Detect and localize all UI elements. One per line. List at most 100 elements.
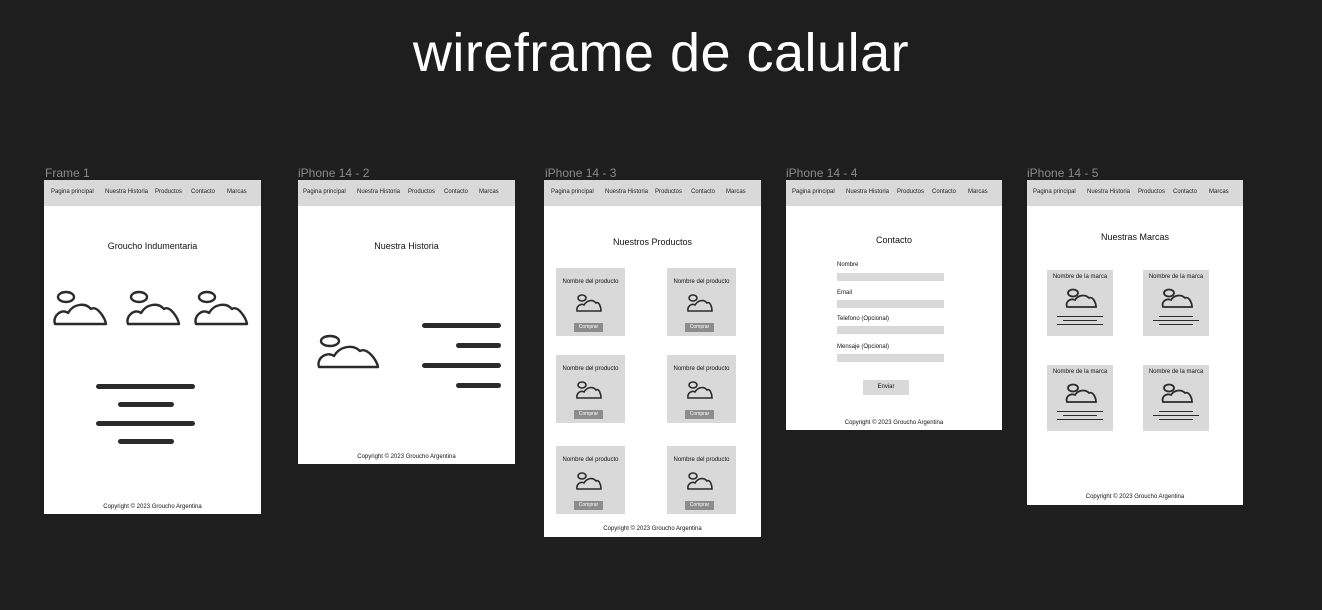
product-name: Nombre del producto bbox=[673, 457, 730, 463]
nav-item-brands[interactable]: Marcas bbox=[227, 189, 247, 195]
text-line bbox=[1057, 324, 1103, 325]
nav-item-products[interactable]: Productos bbox=[655, 189, 682, 195]
nav-item-history[interactable]: Nuestra Historia bbox=[605, 189, 648, 195]
image-placeholder-icon bbox=[687, 294, 713, 312]
brand-card[interactable]: Nombre de la marca bbox=[1047, 270, 1113, 336]
image-placeholder-icon bbox=[1161, 383, 1193, 403]
product-name: Nombre del producto bbox=[673, 366, 730, 372]
phone-field[interactable] bbox=[837, 326, 944, 334]
nav-item-home[interactable]: Pagina principal bbox=[1033, 189, 1076, 195]
product-card[interactable]: Nombre del producto Comprar bbox=[667, 268, 736, 336]
page-title: Nuestras Marcas bbox=[1100, 232, 1170, 242]
nav-item-brands[interactable]: Marcas bbox=[968, 189, 988, 195]
frame-3[interactable]: Pagina principal Nuestra Historia Produc… bbox=[544, 180, 761, 537]
buy-button[interactable]: Comprar bbox=[574, 410, 603, 419]
nav-item-history[interactable]: Nuestra Historia bbox=[357, 189, 400, 195]
image-placeholder-icon bbox=[1065, 383, 1097, 403]
buy-button[interactable]: Comprar bbox=[574, 501, 603, 510]
text-line bbox=[1153, 415, 1199, 416]
send-button[interactable]: Enviar bbox=[863, 380, 909, 395]
brand-card[interactable]: Nombre de la marca bbox=[1047, 365, 1113, 431]
text-line bbox=[118, 439, 174, 444]
product-card[interactable]: Nombre del producto Comprar bbox=[667, 446, 736, 514]
text-line bbox=[1159, 324, 1193, 325]
nav-item-contact[interactable]: Contacto bbox=[191, 189, 215, 195]
product-card[interactable]: Nombre del producto Comprar bbox=[667, 355, 736, 423]
nav-bar: Pagina principal Nuestra Historia Produc… bbox=[1027, 180, 1243, 206]
frame-label-4[interactable]: iPhone 14 - 4 bbox=[786, 166, 857, 180]
nav-item-brands[interactable]: Marcas bbox=[479, 189, 499, 195]
field-label-message: Mensaje (Opcional) bbox=[837, 344, 890, 350]
image-placeholder-icon bbox=[687, 381, 713, 399]
name-field[interactable] bbox=[837, 273, 944, 281]
nav-item-contact[interactable]: Contacto bbox=[444, 189, 468, 195]
nav-item-home[interactable]: Pagina principal bbox=[792, 189, 835, 195]
brand-name: Nombre de la marca bbox=[1052, 369, 1108, 375]
image-placeholder-icon bbox=[194, 290, 249, 326]
frame-1[interactable]: Pagina principal Nuestra Historia Produc… bbox=[44, 180, 261, 514]
image-placeholder-icon bbox=[317, 334, 380, 369]
page-title: Groucho Indumentaria bbox=[107, 241, 198, 251]
copyright: Copyright © 2023 Groucho Argentina bbox=[844, 420, 944, 426]
text-line bbox=[96, 384, 195, 389]
text-line bbox=[1159, 316, 1193, 317]
image-placeholder-icon bbox=[126, 290, 181, 326]
text-line bbox=[118, 402, 174, 407]
frame-4[interactable]: Pagina principal Nuestra Historia Produc… bbox=[786, 180, 1002, 430]
buy-button[interactable]: Comprar bbox=[685, 323, 714, 332]
frame-label-5[interactable]: iPhone 14 - 5 bbox=[1027, 166, 1098, 180]
nav-item-home[interactable]: Pagina principal bbox=[303, 189, 346, 195]
text-line bbox=[1057, 411, 1103, 412]
brand-name: Nombre de la marca bbox=[1148, 369, 1204, 375]
nav-item-contact[interactable]: Contacto bbox=[691, 189, 715, 195]
product-name: Nombre del producto bbox=[562, 366, 619, 372]
text-line bbox=[456, 343, 501, 348]
text-line bbox=[422, 323, 501, 328]
buy-button[interactable]: Comprar bbox=[574, 323, 603, 332]
nav-bar: Pagina principal Nuestra Historia Produc… bbox=[786, 180, 1002, 206]
copyright: Copyright © 2023 Groucho Argentina bbox=[603, 526, 702, 532]
image-placeholder-icon bbox=[53, 290, 108, 326]
frame-5[interactable]: Pagina principal Nuestra Historia Produc… bbox=[1027, 180, 1243, 505]
product-name: Nombre del producto bbox=[673, 279, 730, 285]
message-field[interactable] bbox=[837, 354, 944, 362]
nav-item-home[interactable]: Pagina principal bbox=[551, 189, 594, 195]
nav-item-products[interactable]: Productos bbox=[1138, 189, 1165, 195]
email-field[interactable] bbox=[837, 300, 944, 308]
product-card[interactable]: Nombre del producto Comprar bbox=[556, 268, 625, 336]
product-card[interactable]: Nombre del producto Comprar bbox=[556, 355, 625, 423]
text-line bbox=[1063, 320, 1097, 321]
copyright: Copyright © 2023 Groucho Argentina bbox=[357, 454, 456, 460]
nav-item-history[interactable]: Nuestra Historia bbox=[846, 189, 889, 195]
nav-item-products[interactable]: Productos bbox=[897, 189, 924, 195]
brand-card[interactable]: Nombre de la marca bbox=[1143, 270, 1209, 336]
buy-button[interactable]: Comprar bbox=[685, 501, 714, 510]
frame-2[interactable]: Pagina principal Nuestra Historia Produc… bbox=[298, 180, 515, 464]
frame-label-1[interactable]: Frame 1 bbox=[45, 166, 90, 180]
nav-item-contact[interactable]: Contacto bbox=[1173, 189, 1197, 195]
nav-item-home[interactable]: Pagina principal bbox=[51, 189, 94, 195]
field-label-email: Email bbox=[837, 290, 853, 296]
brand-name: Nombre de la marca bbox=[1052, 274, 1108, 280]
canvas-title: wireframe de calular bbox=[412, 23, 910, 83]
nav-bar: Pagina principal Nuestra Historia Produc… bbox=[544, 180, 761, 206]
nav-item-contact[interactable]: Contacto bbox=[932, 189, 956, 195]
copyright: Copyright © 2023 Groucho Argentina bbox=[1085, 494, 1185, 500]
buy-button[interactable]: Comprar bbox=[685, 410, 714, 419]
nav-item-products[interactable]: Productos bbox=[155, 189, 182, 195]
text-line bbox=[422, 363, 501, 368]
page-title: Nuestra Historia bbox=[374, 241, 439, 251]
nav-item-brands[interactable]: Marcas bbox=[726, 189, 746, 195]
copyright: Copyright © 2023 Groucho Argentina bbox=[103, 504, 202, 510]
nav-item-history[interactable]: Nuestra Historia bbox=[105, 189, 148, 195]
frame-label-2[interactable]: iPhone 14 - 2 bbox=[298, 166, 369, 180]
frame-label-3[interactable]: iPhone 14 - 3 bbox=[545, 166, 616, 180]
nav-item-products[interactable]: Productos bbox=[408, 189, 435, 195]
product-card[interactable]: Nombre del producto Comprar bbox=[556, 446, 625, 514]
brand-card[interactable]: Nombre de la marca bbox=[1143, 365, 1209, 431]
nav-item-history[interactable]: Nuestra Historia bbox=[1087, 189, 1130, 195]
text-line bbox=[456, 383, 501, 388]
nav-item-brands[interactable]: Marcas bbox=[1209, 189, 1229, 195]
image-placeholder-icon bbox=[576, 381, 602, 399]
image-placeholder-icon bbox=[1065, 288, 1097, 308]
